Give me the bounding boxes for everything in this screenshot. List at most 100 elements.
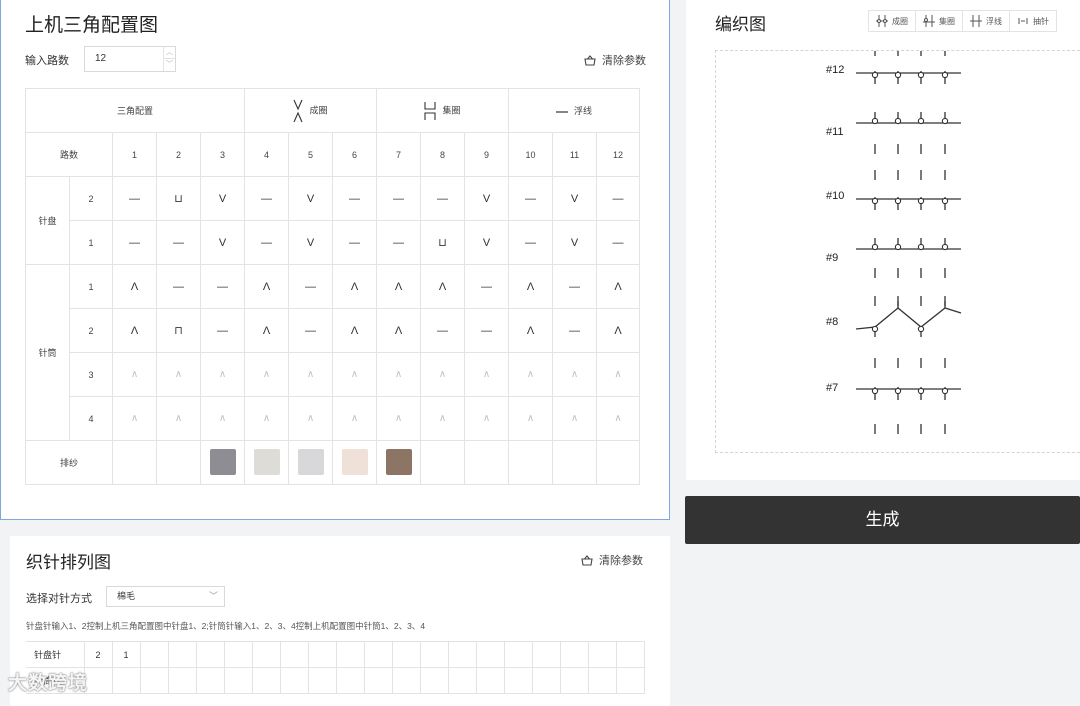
cam-cell[interactable]: Λ: [244, 264, 289, 309]
cam-cell[interactable]: —: [200, 308, 245, 353]
cam-cell[interactable]: Λ: [332, 308, 377, 353]
yarn-swatch[interactable]: [209, 448, 236, 475]
cam-cell[interactable]: —: [552, 308, 597, 353]
cam-cell[interactable]: ∧: [464, 352, 509, 397]
cam-cell[interactable]: Λ: [596, 264, 640, 309]
cam-cell[interactable]: ∧: [552, 396, 597, 441]
cam-cell[interactable]: —: [508, 220, 553, 265]
cam-cell[interactable]: —: [332, 176, 377, 221]
yarn-cell[interactable]: [376, 440, 421, 485]
stepper-up-icon[interactable]: ︿: [164, 47, 175, 59]
needle-cell[interactable]: [531, 641, 561, 668]
needle-cell[interactable]: [615, 667, 645, 694]
needle-cell[interactable]: [195, 667, 225, 694]
cam-cell[interactable]: ∧: [244, 396, 289, 441]
yarn-cell[interactable]: [420, 440, 465, 485]
needle-cell[interactable]: [419, 667, 449, 694]
cam-cell[interactable]: —: [112, 220, 157, 265]
needle-cell[interactable]: [279, 641, 309, 668]
needle-cell[interactable]: [335, 641, 365, 668]
cam-cell[interactable]: —: [552, 264, 597, 309]
cam-cell[interactable]: ∧: [156, 396, 201, 441]
cam-cell[interactable]: ∧: [508, 352, 553, 397]
yarn-swatch[interactable]: [297, 448, 324, 475]
cam-cell[interactable]: —: [376, 220, 421, 265]
cam-cell[interactable]: V: [464, 176, 509, 221]
cam-cell[interactable]: Λ: [112, 308, 157, 353]
cam-cell[interactable]: Λ: [596, 308, 640, 353]
header-float[interactable]: 浮线: [508, 88, 640, 133]
needle-cell[interactable]: [307, 667, 337, 694]
cam-cell[interactable]: ⊓: [156, 308, 201, 353]
needle-cell[interactable]: [419, 641, 449, 668]
cam-cell[interactable]: —: [156, 220, 201, 265]
route-count-input[interactable]: 12 ︿ ﹀: [84, 46, 176, 72]
yarn-cell[interactable]: [156, 440, 201, 485]
cam-cell[interactable]: ∧: [508, 396, 553, 441]
cam-cell[interactable]: V: [200, 220, 245, 265]
needle-cell[interactable]: [167, 667, 197, 694]
needle-cell[interactable]: [307, 641, 337, 668]
cam-cell[interactable]: —: [596, 220, 640, 265]
needle-cell[interactable]: [223, 667, 253, 694]
needle-cell[interactable]: [363, 641, 393, 668]
needle-cell[interactable]: [139, 641, 169, 668]
cam-cell[interactable]: —: [508, 176, 553, 221]
needle-cell[interactable]: [139, 667, 169, 694]
knit-diagram-canvas[interactable]: #12 #11 #10 #9 #8 #7: [715, 46, 1080, 453]
yarn-cell[interactable]: [112, 440, 157, 485]
needle-cell[interactable]: [503, 667, 533, 694]
stepper-down-icon[interactable]: ﹀: [164, 59, 175, 71]
cam-cell[interactable]: V: [200, 176, 245, 221]
cam-cell[interactable]: ∧: [420, 352, 465, 397]
yarn-cell[interactable]: [508, 440, 553, 485]
cam-cell[interactable]: ∧: [288, 396, 333, 441]
cam-cell[interactable]: —: [288, 264, 333, 309]
cam-cell[interactable]: —: [288, 308, 333, 353]
needle-cell[interactable]: [251, 667, 281, 694]
cam-cell[interactable]: —: [244, 176, 289, 221]
needle-cell[interactable]: [475, 667, 505, 694]
cam-cell[interactable]: Λ: [112, 264, 157, 309]
cam-cell[interactable]: ∧: [200, 396, 245, 441]
yarn-cell[interactable]: [464, 440, 509, 485]
cam-cell[interactable]: —: [332, 220, 377, 265]
method-select[interactable]: 棉毛 ﹀: [106, 586, 225, 607]
yarn-swatch[interactable]: [385, 448, 412, 475]
needle-cell[interactable]: [251, 641, 281, 668]
cam-cell[interactable]: ∧: [464, 396, 509, 441]
route-stepper[interactable]: ︿ ﹀: [163, 47, 175, 71]
cam-cell[interactable]: ∧: [552, 352, 597, 397]
cam-cell[interactable]: ∧: [376, 396, 421, 441]
needle-cell[interactable]: [363, 667, 393, 694]
cam-cell[interactable]: ⊔: [156, 176, 201, 221]
generate-button[interactable]: 生成: [685, 496, 1080, 544]
needle-cell[interactable]: [391, 641, 421, 668]
yarn-swatch[interactable]: [341, 448, 368, 475]
yarn-cell[interactable]: [244, 440, 289, 485]
cam-cell[interactable]: Λ: [376, 308, 421, 353]
cam-cell[interactable]: Λ: [508, 264, 553, 309]
needle-cell[interactable]: [559, 641, 589, 668]
yarn-cell[interactable]: [200, 440, 245, 485]
cam-cell[interactable]: Λ: [332, 264, 377, 309]
cam-cell[interactable]: —: [420, 176, 465, 221]
tool-float[interactable]: 浮线: [963, 11, 1010, 31]
needle-cell[interactable]: 2: [83, 641, 113, 668]
cam-cell[interactable]: V: [552, 176, 597, 221]
needle-cell[interactable]: [447, 641, 477, 668]
needle-cell[interactable]: [223, 641, 253, 668]
cam-cell[interactable]: ∧: [156, 352, 201, 397]
needle-cell[interactable]: [111, 667, 141, 694]
yarn-swatch[interactable]: [253, 448, 280, 475]
yarn-cell[interactable]: [332, 440, 377, 485]
needle-cell[interactable]: [587, 667, 617, 694]
cam-cell[interactable]: —: [376, 176, 421, 221]
cam-cell[interactable]: —: [420, 308, 465, 353]
needle-cell[interactable]: [447, 667, 477, 694]
needle-cell[interactable]: [195, 641, 225, 668]
cam-cell[interactable]: —: [200, 264, 245, 309]
cam-cell[interactable]: V: [552, 220, 597, 265]
cam-cell[interactable]: ∧: [596, 396, 640, 441]
cam-cell[interactable]: ∧: [332, 396, 377, 441]
